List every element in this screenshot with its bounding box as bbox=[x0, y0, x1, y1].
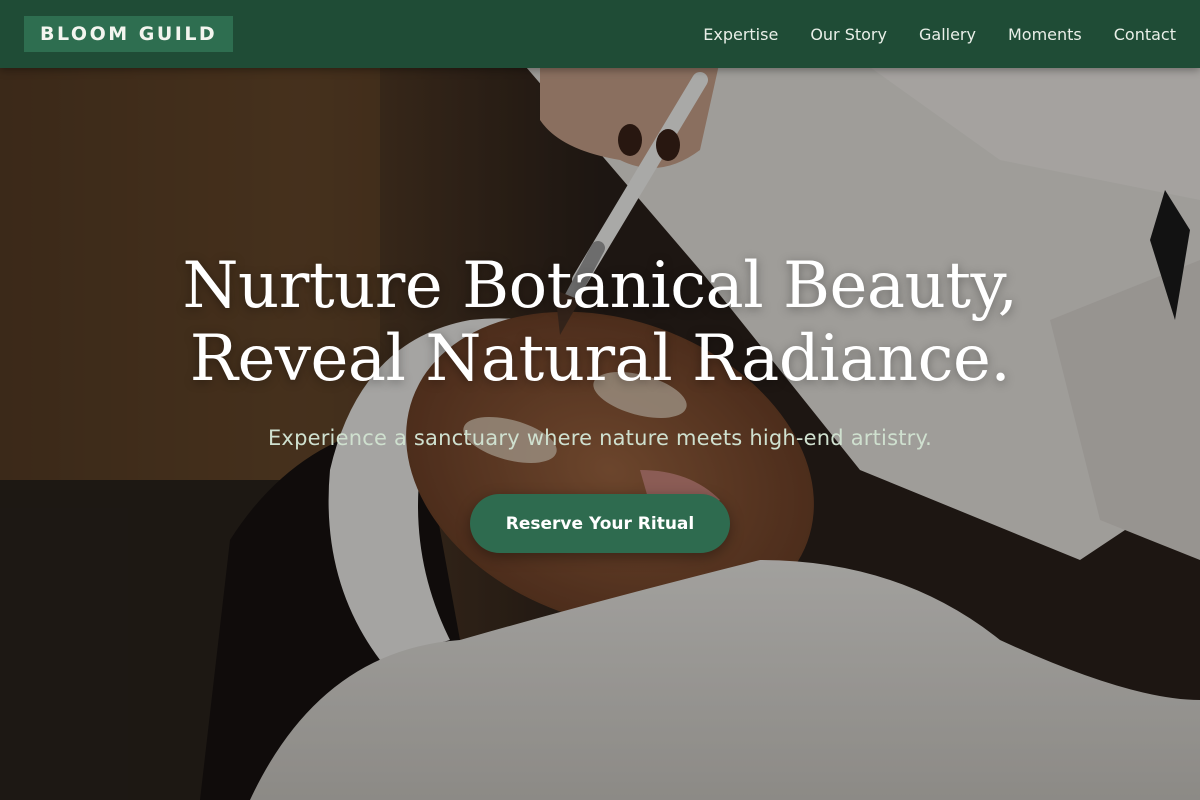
nav-link-expertise[interactable]: Expertise bbox=[703, 25, 778, 44]
nav-link-gallery[interactable]: Gallery bbox=[919, 25, 976, 44]
hero-content: Nurture Botanical Beauty, Reveal Natural… bbox=[0, 250, 1200, 553]
hero-headline-line-1: Nurture Botanical Beauty, bbox=[182, 249, 1019, 323]
hero-headline-line-2: Reveal Natural Radiance. bbox=[189, 322, 1011, 396]
brand-logo[interactable]: BLOOM GUILD bbox=[24, 16, 234, 52]
nav-link-contact[interactable]: Contact bbox=[1114, 25, 1176, 44]
reserve-ritual-button[interactable]: Reserve Your Ritual bbox=[470, 494, 730, 553]
hero-subheadline: Experience a sanctuary where nature meet… bbox=[267, 426, 933, 450]
nav-link-our-story[interactable]: Our Story bbox=[810, 25, 887, 44]
hero-headline: Nurture Botanical Beauty, Reveal Natural… bbox=[0, 250, 1200, 396]
nav-link-moments[interactable]: Moments bbox=[1008, 25, 1082, 44]
site-header: BLOOM GUILD Expertise Our Story Gallery … bbox=[0, 0, 1200, 68]
main-nav: Expertise Our Story Gallery Moments Cont… bbox=[671, 25, 1176, 44]
